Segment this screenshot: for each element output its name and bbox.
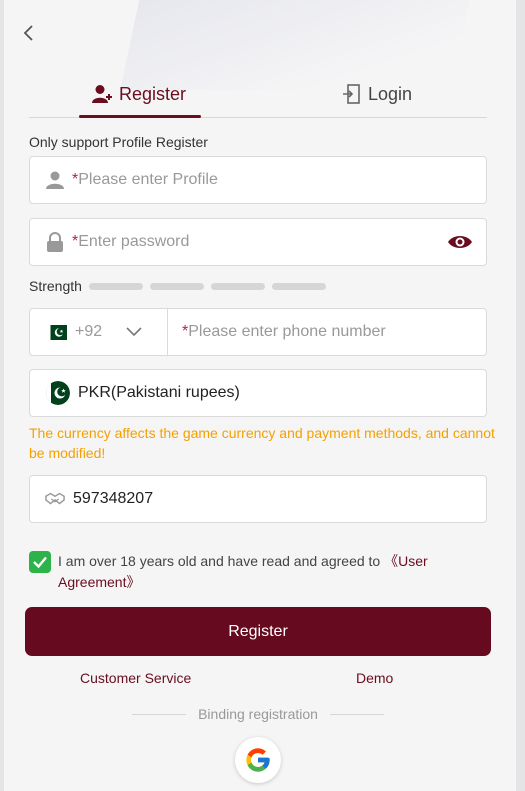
google-login-button[interactable] [235,737,281,783]
strength-bar-4 [271,282,326,290]
checkmark-icon [33,556,47,569]
tab-register-label: Register [119,83,187,104]
phone-input[interactable]: * Please enter phone number [168,323,386,341]
invite-code-value: 597348207 [73,490,154,507]
user-add-icon [92,85,112,103]
binding-registration-divider: Binding registration [132,706,385,722]
phone-field: +92 * Please enter phone number [29,308,487,356]
pakistan-flag-icon [45,324,67,340]
agreement-statement: I am over 18 years old and have read and… [58,553,385,569]
divider-line [132,713,187,715]
customer-service-link[interactable]: Customer Service [80,670,191,686]
strength-bar-1 [88,282,143,290]
chevron-down-icon [126,327,142,337]
google-icon [246,748,270,772]
currency-field[interactable]: PKR(Pakistani rupees) [29,369,487,417]
profile-placeholder: Please enter Profile [78,171,218,188]
register-hint: Only support Profile Register [29,134,208,150]
agreement-text: I am over 18 years old and have read and… [58,551,468,593]
back-arrow-icon[interactable] [18,22,40,44]
currency-warning: The currency affects the game currency a… [29,425,495,461]
agreement-checkbox[interactable] [29,551,51,573]
password-placeholder: Enter password [78,233,190,250]
auth-tabs: Register Login [29,70,487,118]
country-code-select[interactable]: +92 [30,309,168,355]
eye-icon[interactable] [447,231,473,253]
password-strength: Strength [29,278,326,294]
agreement: I am over 18 years old and have read and… [29,551,468,593]
phone-placeholder: Please enter phone number [188,323,386,340]
tab-login[interactable]: Login [342,70,412,118]
lock-icon [45,232,65,252]
strength-bar-3 [210,282,265,290]
strength-bar-2 [149,282,204,290]
user-icon [45,170,65,190]
register-panel: Register Login Only support Profile Regi… [4,0,516,791]
binding-label: Binding registration [198,706,318,722]
tab-login-label: Login [368,83,413,104]
divider-line [329,713,385,715]
strength-label: Strength [29,278,82,294]
active-tab-indicator [79,115,201,118]
profile-field[interactable]: * Please enter Profile [29,156,487,204]
invite-code-field[interactable]: 597348207 [29,475,487,523]
demo-link[interactable]: Demo [356,670,393,686]
pakistan-flag-icon [46,381,70,405]
password-field[interactable]: * Enter password [29,218,487,266]
handshake-icon [45,489,65,509]
tab-register[interactable]: Register [91,70,186,118]
currency-value: PKR(Pakistani rupees) [78,384,240,401]
country-code: +92 [75,323,103,340]
register-button[interactable]: Register [25,607,491,656]
login-door-icon [343,84,360,104]
